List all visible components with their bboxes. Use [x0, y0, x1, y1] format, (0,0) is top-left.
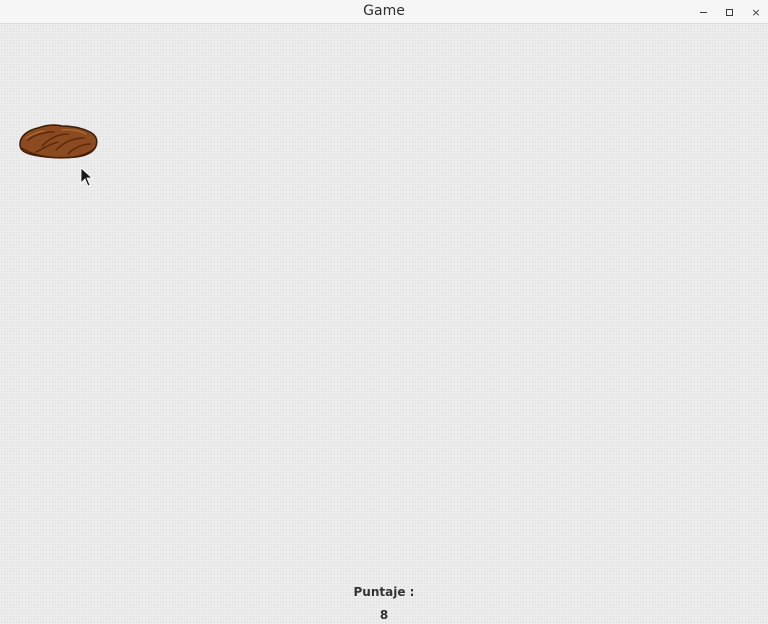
- score-label: Puntaje :: [353, 585, 415, 599]
- title-bar[interactable]: Game ×: [0, 0, 768, 24]
- close-button[interactable]: ×: [748, 4, 764, 20]
- minimize-icon: [699, 11, 707, 13]
- game-canvas[interactable]: Puntaje : 8: [0, 24, 768, 624]
- maximize-icon: [725, 8, 733, 16]
- game-window: Game × Puntaje : 8: [0, 0, 768, 624]
- close-icon: ×: [751, 5, 761, 19]
- maximize-button[interactable]: [721, 4, 737, 20]
- mouse-cursor-icon: [80, 167, 94, 187]
- score-value: 8: [379, 608, 389, 622]
- window-title: Game: [363, 3, 405, 19]
- minimize-button[interactable]: [695, 4, 711, 20]
- cookie-icon[interactable]: [16, 120, 100, 166]
